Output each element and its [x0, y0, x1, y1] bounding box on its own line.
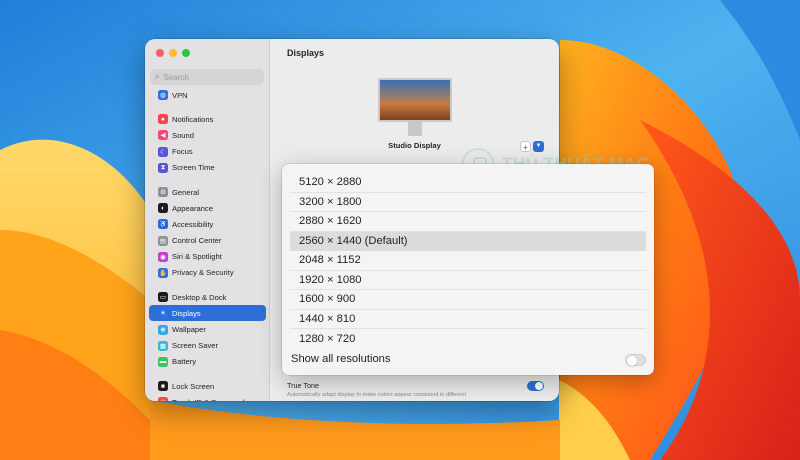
show-all-resolutions-toggle[interactable]	[625, 354, 646, 366]
zoom-button[interactable]	[182, 49, 190, 57]
sidebar-separator	[145, 281, 270, 289]
resolution-option[interactable]: 1280 × 720	[290, 329, 646, 349]
close-button[interactable]	[156, 49, 164, 57]
monitor-screen	[378, 78, 452, 122]
sidebar-separator	[145, 176, 270, 184]
sidebar-item[interactable]: ▤ Control Center	[149, 233, 266, 249]
page-title: Displays	[287, 48, 325, 58]
sidebar-item[interactable]: ● Notifications	[149, 111, 266, 127]
true-tone-description: Automatically adapt display to make colo…	[287, 392, 466, 398]
sidebar-item[interactable]: ◉ Siri & Spotlight	[149, 249, 266, 265]
battery-icon: ▬	[158, 356, 168, 367]
sidebar-item-label: Focus	[172, 147, 193, 157]
resolution-list: 5120 × 2880 3200 × 1800 2880 × 1620 2560 × …	[290, 173, 646, 349]
control-center-icon: ▤	[158, 235, 168, 246]
sidebar-item-label: VPN	[172, 90, 188, 100]
siri-icon: ◉	[158, 251, 168, 262]
sidebar-item[interactable]: ▬ Battery	[149, 354, 266, 370]
sidebar-item-label: Displays	[172, 308, 201, 318]
sidebar-item[interactable]: ◐ Appearance	[149, 200, 266, 216]
sidebar-item-label: Privacy & Security	[172, 268, 234, 278]
sidebar-item-label: Screen Saver	[172, 341, 219, 351]
vpn-icon: ◍	[158, 90, 168, 101]
sun-icon: ☀	[158, 308, 168, 319]
resolution-option[interactable]: 2880 × 1620	[290, 212, 646, 232]
appearance-icon: ◐	[158, 203, 168, 214]
bell-icon: ●	[158, 114, 168, 125]
resolution-option[interactable]: 5120 × 2880	[290, 173, 646, 193]
resolution-option[interactable]: 1920 × 1080	[290, 271, 646, 290]
resolution-option[interactable]: 3200 × 1800	[290, 193, 646, 212]
lock-icon: ■	[158, 381, 168, 392]
search-icon: ⌕	[155, 72, 160, 81]
sidebar-item[interactable]: ☀ Displays	[149, 305, 266, 322]
sidebar-item-label: Control Center	[172, 236, 222, 246]
sidebar-item-label: Battery	[172, 357, 197, 367]
sidebar-item-label: Appearance	[172, 203, 213, 213]
search-input[interactable]	[163, 72, 254, 82]
search-field[interactable]: ⌕	[150, 69, 264, 85]
sidebar-item[interactable]: ◀ Sound	[149, 127, 266, 143]
sidebar-item[interactable]: ⧗ Screen Time	[149, 160, 266, 176]
sidebar-item-label: Wallpaper	[172, 325, 206, 335]
sidebar-item-label: Sound	[172, 130, 194, 140]
sidebar-item-label: Notifications	[172, 114, 214, 124]
screensaver-icon: ▦	[158, 340, 168, 351]
minimize-button[interactable]	[169, 49, 177, 57]
true-tone-toggle[interactable]	[527, 381, 544, 391]
window-controls	[156, 49, 190, 57]
sidebar-item[interactable]: ♿ Accessibility	[149, 216, 266, 232]
show-all-resolutions-label: Show all resolutions	[291, 353, 391, 365]
sidebar-item-label: Accessibility	[172, 219, 214, 229]
sidebar-item-label: Siri & Spotlight	[172, 252, 222, 262]
sidebar-item[interactable]: ☾ Focus	[149, 144, 266, 160]
resolution-popup-menu: 5120 × 2880 3200 × 1800 2880 × 1620 2560 × …	[282, 164, 654, 375]
wallpaper-icon: ❋	[158, 324, 168, 335]
sidebar-item-label: Lock Screen	[172, 381, 215, 391]
sidebar-item[interactable]: ▦ Screen Saver	[149, 338, 266, 354]
sidebar-item-label: Screen Time	[172, 163, 215, 173]
dock-icon: ▭	[158, 292, 168, 303]
moon-icon: ☾	[158, 146, 168, 157]
monitor-icon[interactable]	[378, 78, 452, 136]
speaker-icon: ◀	[158, 130, 168, 141]
sidebar-item-label: Desktop & Dock	[172, 292, 227, 302]
fingerprint-icon: ◎	[158, 397, 168, 401]
sidebar-item[interactable]: ❋ Wallpaper	[149, 321, 266, 337]
sidebar-item-label: General	[172, 187, 200, 197]
true-tone-label: True Tone	[287, 381, 319, 390]
hourglass-icon: ⧗	[158, 162, 168, 173]
sidebar: ⌕ ◍ VPN ● Notifications ◀ Sound ☾ Focus ⧗ Screen …	[145, 39, 270, 401]
resolution-option[interactable]: 1600 × 900	[290, 290, 646, 310]
sidebar-item[interactable]: ▭ Desktop & Dock	[149, 289, 266, 305]
sidebar-separator	[145, 103, 270, 111]
sidebar-item[interactable]: ⚙ General	[149, 184, 266, 200]
monitor-stand	[408, 122, 422, 136]
sidebar-separator	[145, 370, 270, 378]
sidebar-item[interactable]: ◎ Touch ID & Password	[149, 394, 266, 401]
hand-icon: ✋	[158, 267, 168, 278]
sidebar-item[interactable]: ◍ VPN	[149, 87, 266, 103]
sidebar-list: ◍ VPN ● Notifications ◀ Sound ☾ Focus ⧗ Screen Ti…	[145, 87, 270, 401]
accessibility-icon: ♿	[158, 219, 168, 230]
gear-icon: ⚙	[158, 187, 168, 198]
resolution-option[interactable]: 2048 × 1152	[290, 251, 646, 271]
sidebar-item[interactable]: ■ Lock Screen	[149, 378, 266, 394]
resolution-option[interactable]: 1440 × 810	[290, 310, 646, 329]
resolution-option[interactable]: 2560 × 1440 (Default)	[290, 231, 646, 251]
sidebar-item-label: Touch ID & Password	[172, 398, 245, 401]
sidebar-item[interactable]: ✋ Privacy & Security	[149, 265, 266, 281]
